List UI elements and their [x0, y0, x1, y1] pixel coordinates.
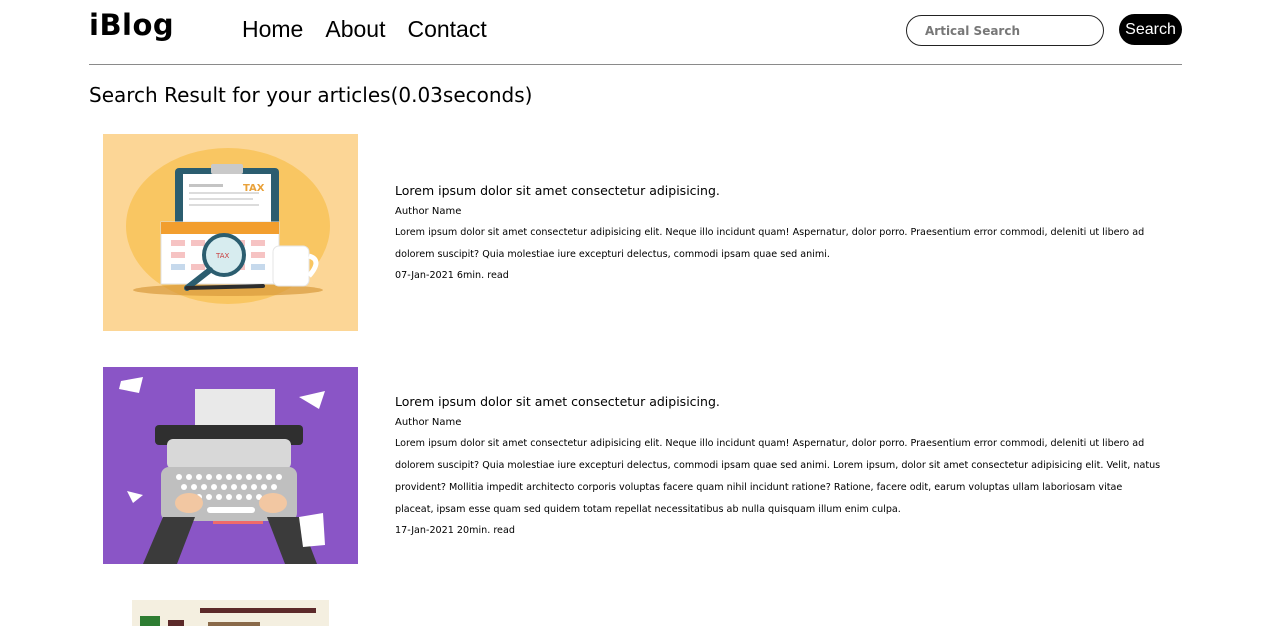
search-button[interactable]: Search: [1119, 14, 1182, 45]
nav-contact-link[interactable]: Contact: [407, 16, 486, 43]
article-author: Author Name: [395, 417, 462, 428]
article-author: Author Name: [395, 206, 462, 217]
article-excerpt: Lorem ipsum dolor sit amet consectetur a…: [395, 227, 1145, 260]
article-thumbnail[interactable]: [103, 367, 358, 564]
article-body: Lorem ipsum dolor sit amet consectetur a…: [395, 182, 1163, 286]
article-thumbnail[interactable]: TAX TAX: [103, 134, 358, 331]
search-input[interactable]: [906, 15, 1104, 46]
nav-home-link[interactable]: Home: [242, 16, 303, 43]
results-title: Search Result for your articles(0.03seco…: [89, 83, 533, 107]
article-title[interactable]: Lorem ipsum dolor sit amet consectetur a…: [395, 182, 1163, 200]
article-body: Lorem ipsum dolor sit amet consectetur a…: [395, 393, 1163, 541]
svg-text:TAX: TAX: [215, 252, 230, 260]
main-nav: Home About Contact: [242, 16, 487, 43]
nav-about-link[interactable]: About: [325, 16, 385, 43]
brand-logo[interactable]: iBlog: [89, 8, 174, 42]
article-meta: 17-Jan-2021 20min. read: [395, 525, 515, 536]
article-title[interactable]: Lorem ipsum dolor sit amet consectetur a…: [395, 393, 1163, 411]
article-thumbnail[interactable]: [132, 600, 329, 626]
article-excerpt: Lorem ipsum dolor sit amet consectetur a…: [395, 438, 1161, 515]
article-meta: 07-Jan-2021 6min. read: [395, 270, 509, 281]
header-divider: [89, 64, 1182, 65]
